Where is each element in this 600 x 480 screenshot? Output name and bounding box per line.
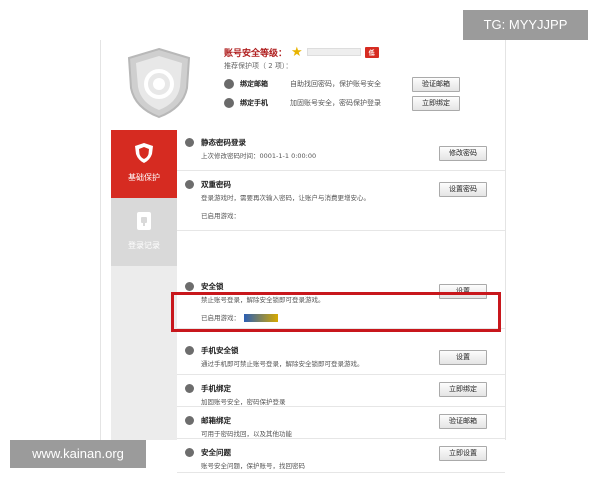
sidebar-item-basic-protection-label: 基础保护 xyxy=(128,173,160,182)
account-security-panel: 账号安全等级： ★ 低 推荐保护项（ 2 项）： 绑定邮箱 自助找回密码，保护账… xyxy=(100,40,506,473)
security-level-label: 账号安全等级： xyxy=(224,48,288,59)
bind-phone-row: 绑定手机 加固账号安全，密码保护登录 xyxy=(224,95,381,111)
list-item-phone-security-lock: 手机安全锁 通过手机即可禁止账号登录，解除安全锁即可登录游戏。 设置 xyxy=(177,338,505,375)
list-item-security-question: 安全问题 账号安全问题，保护账号，找回密码 立即设置 xyxy=(177,440,505,473)
row-title: 手机安全锁 xyxy=(201,346,239,355)
phone-icon xyxy=(224,98,234,108)
shield-logo-icon xyxy=(127,47,191,119)
site-watermark: www.kainan.org xyxy=(10,440,146,468)
row-title: 安全问题 xyxy=(201,448,231,457)
double-lock-icon xyxy=(185,180,194,189)
list-item-email-binding: 邮箱绑定 可用于密码找回，以及其他功能 验证邮箱 xyxy=(177,408,505,439)
security-level-bar xyxy=(306,48,361,56)
bind-email-row: 绑定邮箱 自助找回密码，保护账号安全 xyxy=(224,76,381,92)
phone-security-lock-highlight xyxy=(171,292,501,332)
phone-icon xyxy=(185,384,194,393)
row-title: 邮箱绑定 xyxy=(201,416,231,425)
change-password-button[interactable]: 修改密码 xyxy=(439,146,487,161)
row-desc: 通过手机即可禁止账号登录，解除安全锁即可登录游戏。 xyxy=(201,360,364,368)
bind-email-label: 绑定邮箱 xyxy=(240,80,268,88)
bind-phone-button[interactable]: 立即绑定 xyxy=(412,96,460,111)
recommend-count: 推荐保护项（ 2 项）： xyxy=(224,62,293,70)
row-title: 静态密码登录 xyxy=(201,138,246,147)
row-desc: 上次修改密码时间：0001-1-1 0:00:00 xyxy=(201,152,317,160)
tg-watermark: TG: MYYJJPP xyxy=(463,10,588,40)
lock-icon xyxy=(137,212,151,230)
list-item-phone-binding: 手机绑定 加固账号安全，密码保护登录 立即绑定 xyxy=(177,376,505,407)
security-level-tag: 低 xyxy=(364,46,379,58)
row-title: 手机绑定 xyxy=(201,384,231,393)
verify-email-button[interactable]: 验证邮箱 xyxy=(412,77,460,92)
bind-email-desc: 自助找回密码，保护账号安全 xyxy=(290,80,381,88)
row-enabled-games: 已启用游戏： xyxy=(201,212,240,220)
sidebar-item-login-records-label: 登录记录 xyxy=(128,241,160,250)
phone-lock-icon xyxy=(185,346,194,355)
list-item-double-password: 双重密码 登录游戏时，需要再次输入密码，让账户与消费更增安心。 已启用游戏： 设… xyxy=(177,172,505,231)
sidebar: 基础保护 登录记录 xyxy=(111,130,177,440)
bind-phone-desc: 加固账号安全，密码保护登录 xyxy=(290,99,381,107)
key-icon xyxy=(185,138,194,147)
bind-phone-label: 绑定手机 xyxy=(240,99,268,107)
email-icon xyxy=(224,79,234,89)
shield-icon xyxy=(135,143,153,163)
verify-email-row-button[interactable]: 验证邮箱 xyxy=(439,414,487,429)
sidebar-item-basic-protection[interactable]: 基础保护 xyxy=(111,130,177,198)
bind-phone-now-button[interactable]: 立即绑定 xyxy=(439,382,487,397)
lock-icon xyxy=(185,282,194,291)
question-icon xyxy=(185,448,194,457)
list-item-static-password: 静态密码登录 上次修改密码时间：0001-1-1 0:00:00 修改密码 xyxy=(177,130,505,171)
set-password-button[interactable]: 设置密码 xyxy=(439,182,487,197)
row-desc: 加固账号安全，密码保护登录 xyxy=(201,398,286,406)
email-icon xyxy=(185,416,194,425)
row-title: 双重密码 xyxy=(201,180,231,189)
row-desc: 可用于密码找回，以及其他功能 xyxy=(201,430,292,438)
security-level: 账号安全等级： ★ 低 xyxy=(224,44,379,60)
row-desc: 登录游戏时，需要再次输入密码，让账户与消费更增安心。 xyxy=(201,194,370,202)
header: 账号安全等级： ★ 低 推荐保护项（ 2 项）： 绑定邮箱 自助找回密码，保护账… xyxy=(101,40,505,126)
sidebar-item-login-records[interactable]: 登录记录 xyxy=(111,198,177,266)
set-question-button[interactable]: 立即设置 xyxy=(439,446,487,461)
row-title: 安全锁 xyxy=(201,282,224,291)
phone-lock-settings-button[interactable]: 设置 xyxy=(439,350,487,365)
star-icon: ★ xyxy=(291,44,303,60)
row-desc: 账号安全问题，保护账号，找回密码 xyxy=(201,462,305,470)
